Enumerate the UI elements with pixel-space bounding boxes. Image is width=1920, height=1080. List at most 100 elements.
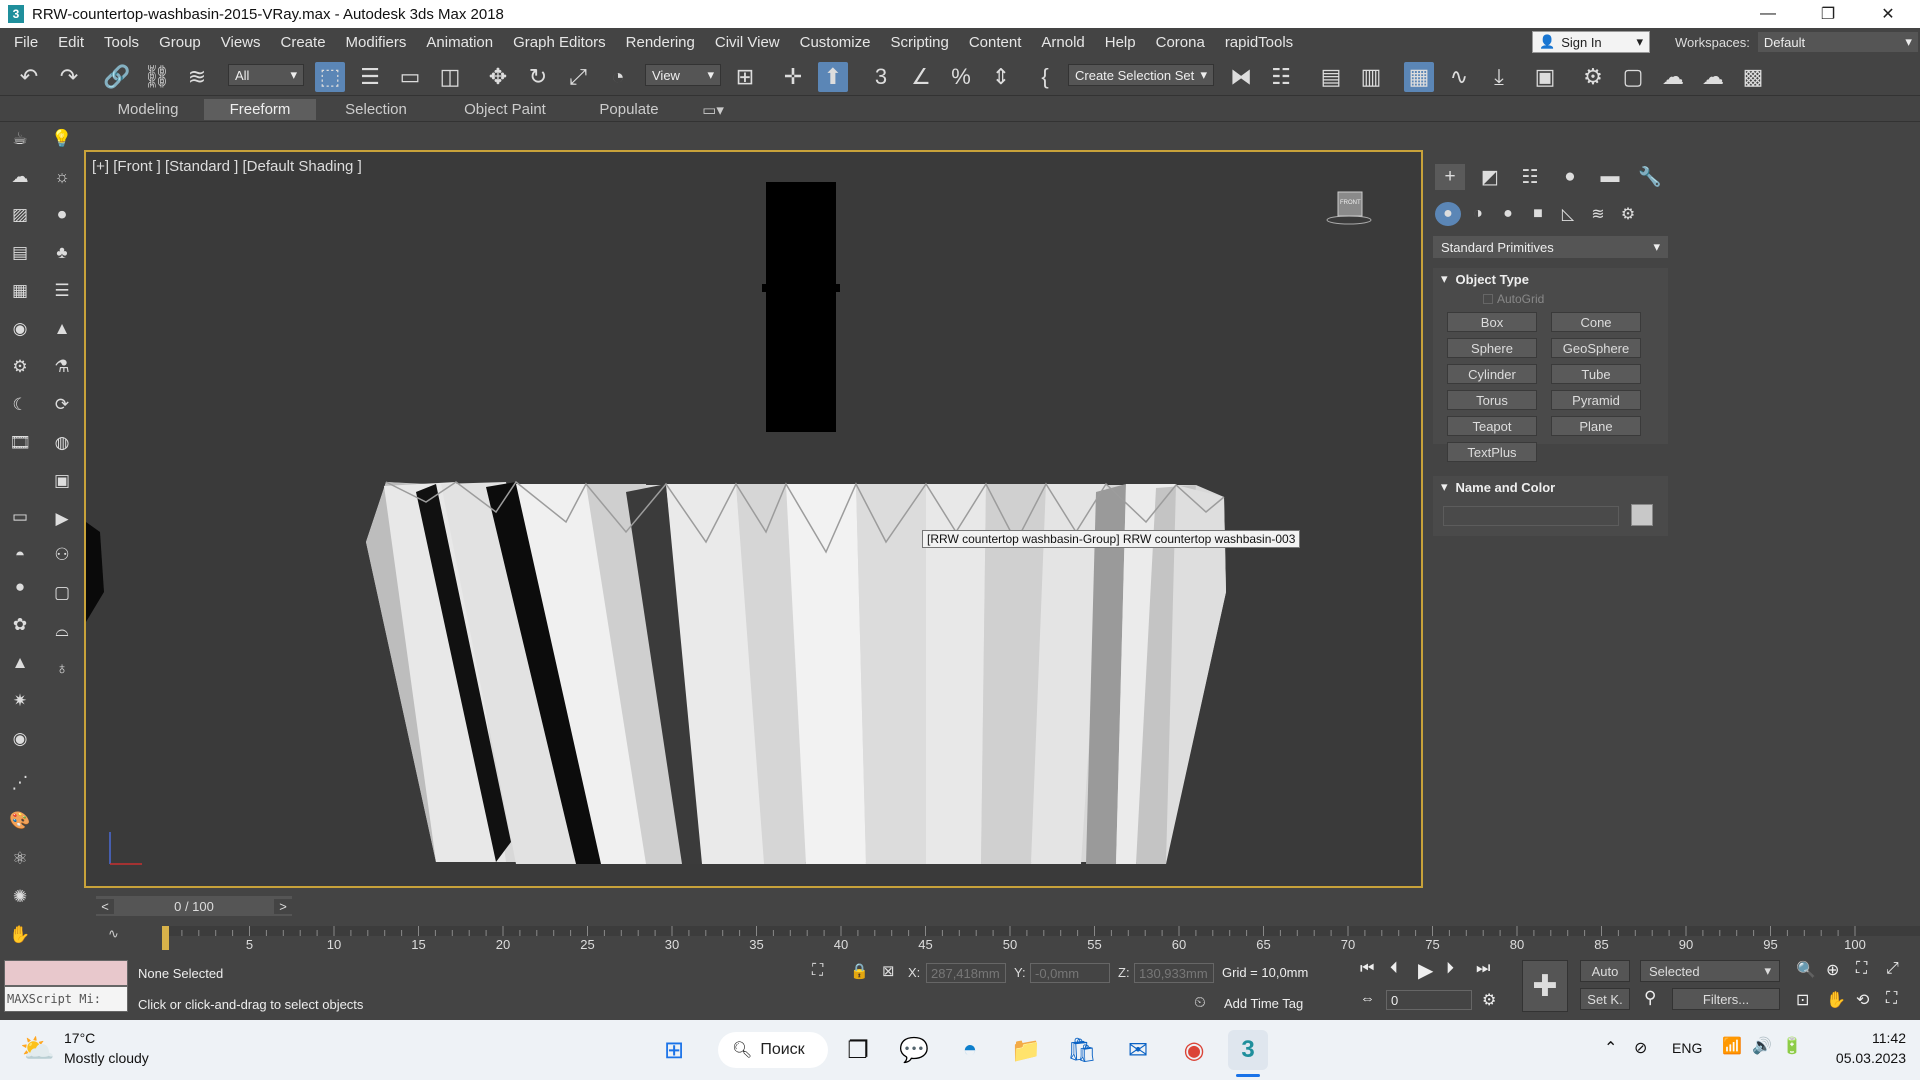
scale-icon[interactable]: ⤢ bbox=[563, 62, 593, 92]
render-iterative-icon[interactable]: ☁ bbox=[1698, 62, 1728, 92]
select-by-name-icon[interactable]: ☰ bbox=[355, 62, 385, 92]
name-color-header[interactable]: ▾ Name and Color bbox=[1433, 476, 1668, 498]
weather-description[interactable]: Mostly cloudy bbox=[64, 1050, 149, 1066]
network-off-icon[interactable]: ⊘ bbox=[1634, 1038, 1647, 1058]
hat-icon[interactable]: ⌓ bbox=[49, 618, 75, 644]
gear-icon[interactable]: ⚙ bbox=[7, 354, 33, 380]
zoom-extents-all-icon[interactable]: ⤢ bbox=[1886, 960, 1899, 978]
utilities-tab-icon[interactable]: 🔧 bbox=[1635, 164, 1665, 190]
keyboard-shortcut-override-icon[interactable]: ⬆ bbox=[818, 62, 848, 92]
object-type-header[interactable]: ▾ Object Type bbox=[1433, 268, 1668, 290]
menu-rendering[interactable]: Rendering bbox=[616, 34, 705, 51]
image-icon[interactable]: ▨ bbox=[7, 202, 33, 228]
camera-icon[interactable]: ⏺ bbox=[49, 202, 75, 228]
frame2-icon[interactable]: ▢ bbox=[49, 580, 75, 606]
maximize-button[interactable]: ❐ bbox=[1800, 0, 1856, 28]
task-view-icon[interactable]: ❐ bbox=[838, 1030, 878, 1070]
create-tab-icon[interactable]: + bbox=[1435, 164, 1465, 190]
pan-hand-icon[interactable]: ✋ bbox=[1826, 990, 1846, 1010]
close-button[interactable]: ✕ bbox=[1860, 0, 1916, 28]
time-configuration-icon[interactable]: ⚙ bbox=[1482, 990, 1496, 1010]
cone-button[interactable]: Cone bbox=[1551, 312, 1641, 332]
menu-group[interactable]: Group bbox=[149, 34, 211, 51]
settings-icon[interactable]: ✺ bbox=[7, 884, 33, 910]
menu-rapidtools[interactable]: rapidTools bbox=[1215, 34, 1303, 51]
chrome-icon[interactable]: ◉ bbox=[1174, 1030, 1214, 1070]
bind-spacewarp-icon[interactable]: ≋ bbox=[182, 62, 212, 92]
next-frame-icon[interactable]: ⏵ bbox=[1446, 960, 1454, 978]
sun-icon[interactable]: ☼ bbox=[49, 164, 75, 190]
toggle-ribbon-icon[interactable]: ▥ bbox=[1356, 62, 1386, 92]
flask-icon[interactable]: ⚗ bbox=[49, 354, 75, 380]
select-object-icon[interactable]: ⬚ bbox=[315, 62, 345, 92]
refresh-icon[interactable]: ⟳ bbox=[49, 392, 75, 418]
minimize-button[interactable]: — bbox=[1740, 0, 1796, 28]
network-icon[interactable]: ⚛ bbox=[7, 846, 33, 872]
menu-corona[interactable]: Corona bbox=[1146, 34, 1215, 51]
align-icon[interactable]: ☷ bbox=[1266, 62, 1296, 92]
lights-icon[interactable]: ● bbox=[1495, 202, 1521, 226]
menu-tools[interactable]: Tools bbox=[94, 34, 149, 51]
weather-cloud-icon[interactable]: ⛅ bbox=[20, 1032, 55, 1065]
curve-editor-mini-icon[interactable]: ∿ bbox=[108, 926, 119, 942]
front-viewport[interactable]: [+] [Front ] [Standard ] [Default Shadin… bbox=[84, 150, 1423, 888]
cone-icon[interactable]: ▲ bbox=[7, 650, 33, 676]
object-color-swatch[interactable] bbox=[1631, 504, 1653, 526]
sphere-icon[interactable]: ● bbox=[7, 574, 33, 600]
clock-date[interactable]: 05.03.2023 bbox=[1826, 1050, 1906, 1066]
y-coordinate-field[interactable]: -0,0mm bbox=[1030, 963, 1110, 983]
menu-edit[interactable]: Edit bbox=[48, 34, 94, 51]
volume-icon[interactable]: 🔊 bbox=[1752, 1036, 1772, 1056]
material-editor-icon[interactable]: ▣ bbox=[1530, 62, 1560, 92]
menu-scripting[interactable]: Scripting bbox=[880, 34, 958, 51]
video-icon[interactable]: ▶ bbox=[49, 506, 75, 532]
tree-icon[interactable]: ♣ bbox=[49, 240, 75, 266]
taskbar-search[interactable]: 🔍︎ Поиск bbox=[718, 1032, 828, 1068]
edge-browser-icon[interactable]: ◓ bbox=[950, 1030, 990, 1070]
pivot-icon[interactable]: ⊞ bbox=[730, 62, 760, 92]
curve-editor-icon[interactable]: ∿ bbox=[1444, 62, 1474, 92]
place-icon[interactable]: ◔ bbox=[603, 62, 633, 92]
field-of-view-icon[interactable]: ⊡ bbox=[1796, 990, 1809, 1010]
tube-button[interactable]: Tube bbox=[1551, 364, 1641, 384]
zoom-all-icon[interactable]: ⊕ bbox=[1826, 960, 1839, 980]
window-icon[interactable]: ▣ bbox=[49, 468, 75, 494]
menu-animation[interactable]: Animation bbox=[416, 34, 503, 51]
play-icon[interactable]: ▶ bbox=[1418, 958, 1433, 983]
maxscript-listener[interactable]: MAXScript Mi: bbox=[4, 960, 128, 1016]
zoom-extents-icon[interactable]: ⛶ bbox=[1856, 960, 1867, 978]
window-crossing-icon[interactable]: ◫ bbox=[435, 62, 465, 92]
document-icon[interactable]: ▤ bbox=[7, 240, 33, 266]
time-prev-button[interactable]: < bbox=[96, 898, 114, 914]
clock-time[interactable]: 11:42 bbox=[1836, 1030, 1906, 1046]
cloud-icon[interactable]: ☁ bbox=[7, 164, 33, 190]
lock-icon[interactable]: 🔒 bbox=[850, 962, 869, 980]
menu-views[interactable]: Views bbox=[211, 34, 271, 51]
wifi-icon[interactable]: 📶 bbox=[1722, 1036, 1742, 1056]
scene-explorer-icon[interactable]: ▦ bbox=[1404, 62, 1434, 92]
hierarchy-tab-icon[interactable]: ☷ bbox=[1515, 164, 1545, 190]
pyramid-button[interactable]: Pyramid bbox=[1551, 390, 1641, 410]
tab-modeling[interactable]: Modeling bbox=[96, 99, 200, 120]
chevron-up-icon[interactable]: ⌃ bbox=[1604, 1038, 1617, 1058]
rotate-icon[interactable]: ↻ bbox=[523, 62, 553, 92]
unlink-icon[interactable]: ⛓ bbox=[142, 62, 172, 92]
x-coordinate-field[interactable]: 287,418mm bbox=[926, 963, 1006, 983]
workspaces-dropdown[interactable]: Default ▾ bbox=[1757, 32, 1918, 52]
cameras-icon[interactable]: ■ bbox=[1525, 202, 1551, 226]
key-mode-icon[interactable]: ✚ bbox=[1522, 960, 1568, 1012]
motion-tab-icon[interactable]: ● bbox=[1555, 164, 1585, 190]
named-selection-set-dropdown[interactable]: Create Selection Set ▾ bbox=[1068, 64, 1214, 86]
dome-icon[interactable]: ◓ bbox=[7, 542, 33, 568]
textplus-button[interactable]: TextPlus bbox=[1447, 442, 1537, 462]
store-icon[interactable]: 🛍 bbox=[1062, 1030, 1102, 1070]
auto-key-button[interactable]: Auto bbox=[1580, 960, 1630, 982]
menu-file[interactable]: File bbox=[0, 34, 48, 51]
shapes-icon[interactable]: ◑ bbox=[1465, 202, 1491, 226]
systems-icon[interactable]: ⚙ bbox=[1615, 202, 1641, 226]
box-button[interactable]: Box bbox=[1447, 312, 1537, 332]
schematic-view-icon[interactable]: ⤓ bbox=[1484, 62, 1514, 92]
paint-icon[interactable]: 🎨 bbox=[7, 808, 33, 834]
zoom-icon[interactable]: 🔍 bbox=[1796, 960, 1816, 980]
file-explorer-icon[interactable]: 📁 bbox=[1006, 1030, 1046, 1070]
